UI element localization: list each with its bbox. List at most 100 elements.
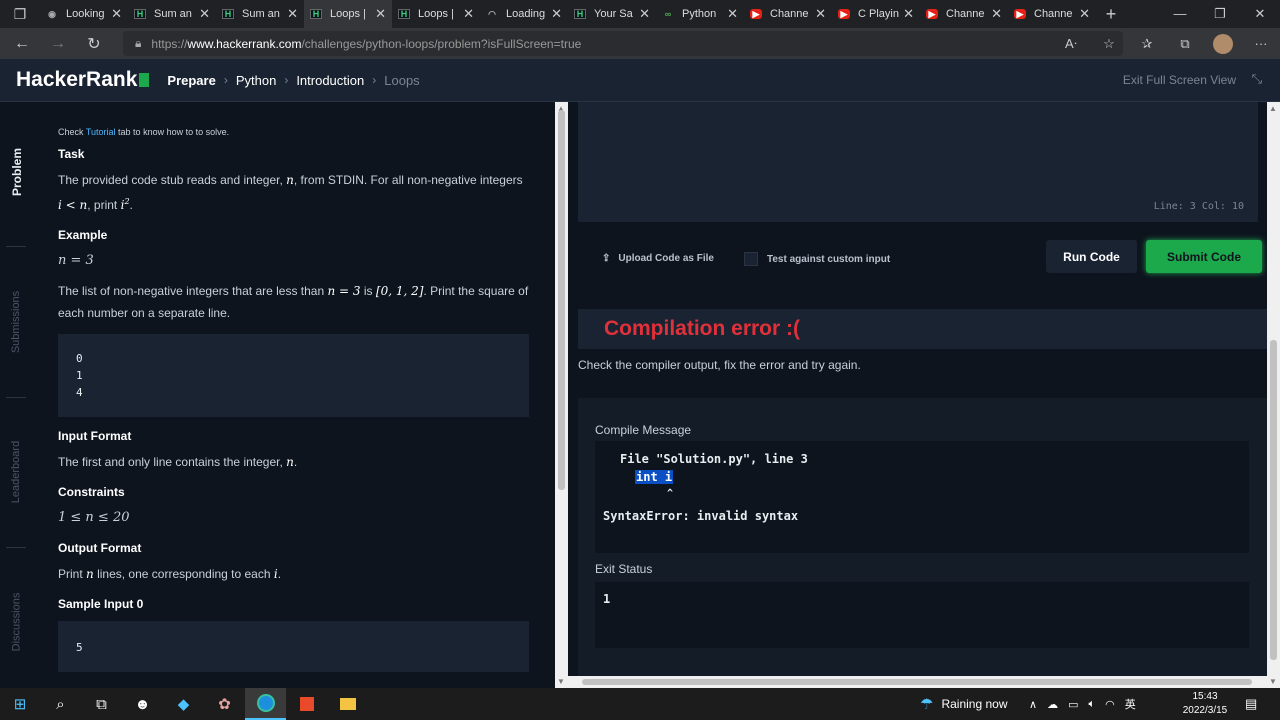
minimize-icon[interactable]: —: [1160, 0, 1200, 28]
browser-tab[interactable]: ◉ Looking ✕: [40, 0, 128, 28]
input-language[interactable]: 英: [1125, 696, 1136, 712]
search-icon[interactable]: ⌕: [40, 688, 81, 720]
url-prefix: https://: [151, 36, 188, 51]
close-tab-icon[interactable]: ✕: [375, 6, 386, 22]
chevron-right-icon: ›: [372, 73, 377, 87]
browser-tab[interactable]: ▶ Channe ✕: [920, 0, 1008, 28]
close-tab-icon[interactable]: ✕: [639, 6, 650, 22]
breadcrumb-python[interactable]: Python: [236, 73, 276, 88]
horizontal-scrollbar[interactable]: [568, 676, 1267, 688]
task-view-icon[interactable]: ⧉: [81, 688, 122, 720]
favorites-icon[interactable]: ✰: [1128, 36, 1166, 52]
example-heading: Example: [58, 228, 108, 242]
close-tab-icon[interactable]: ✕: [463, 6, 474, 22]
app-icon[interactable]: ✿: [204, 688, 245, 720]
battery-icon[interactable]: ▭: [1068, 698, 1078, 711]
file-explorer-icon[interactable]: [327, 688, 368, 720]
new-tab-icon[interactable]: +: [1096, 4, 1126, 25]
tutorial-link[interactable]: Tutorial: [86, 127, 116, 137]
close-tab-icon[interactable]: ✕: [991, 6, 1002, 22]
add-favorite-icon[interactable]: ☆: [1090, 36, 1128, 52]
scroll-down-icon[interactable]: ▼: [557, 677, 565, 686]
browser-tab[interactable]: ◠ Loading ✕: [480, 0, 568, 28]
close-window-icon[interactable]: ✕: [1240, 0, 1280, 28]
sample-input-heading: Sample Input 0: [58, 597, 144, 611]
editor-pane: Line: 3 Col: 10 ⇪ Upload Code as File Tes…: [568, 102, 1267, 678]
forward-icon[interactable]: →: [40, 35, 76, 53]
browser-tab[interactable]: H Loops | ✕: [392, 0, 480, 28]
tab-title: Channe: [770, 8, 809, 20]
scroll-up-icon[interactable]: ▲: [1269, 104, 1277, 113]
url-field[interactable]: 🔒︎ https://www.hackerrank.com/challenges…: [123, 31, 1123, 56]
browser-tab[interactable]: ▶ Channe ✕: [744, 0, 832, 28]
editor-scrollbar[interactable]: ▲ ▼: [1267, 102, 1280, 688]
browser-tab[interactable]: ∞ Python ✕: [656, 0, 744, 28]
cloud-icon[interactable]: ☁: [1047, 698, 1058, 711]
close-tab-icon[interactable]: ✕: [727, 6, 738, 22]
input-format-heading: Input Format: [58, 429, 132, 443]
upload-code-button[interactable]: ⇪ Upload Code as File: [602, 253, 714, 264]
collapse-icon[interactable]: ⤡: [1252, 71, 1262, 87]
clock[interactable]: 15:43 2022/3/15: [1180, 690, 1230, 718]
refresh-icon[interactable]: ↻: [76, 34, 112, 54]
close-tab-icon[interactable]: ✕: [903, 6, 914, 22]
chevron-up-icon[interactable]: ∧: [1029, 698, 1037, 711]
scroll-down-icon[interactable]: ▼: [1269, 677, 1277, 686]
tab-problem[interactable]: Problem: [0, 132, 33, 212]
lens-icon: ◉: [48, 8, 56, 19]
chevron-right-icon: ›: [223, 73, 228, 87]
browser-tab-active[interactable]: H Loops | ✕: [304, 0, 392, 28]
tab-leaderboard[interactable]: Leaderboard: [0, 422, 33, 522]
collections-icon[interactable]: ⧉: [1166, 36, 1204, 52]
restore-icon[interactable]: ❐: [1200, 0, 1240, 28]
back-icon[interactable]: ←: [4, 35, 40, 53]
scroll-thumb[interactable]: [582, 679, 1252, 685]
problem-scrollbar[interactable]: ▲ ▼: [555, 102, 568, 688]
browser-tab[interactable]: H Your Sa ✕: [568, 0, 656, 28]
speaker-icon[interactable]: 🔈︎: [1088, 698, 1095, 711]
upload-icon: ⇪: [602, 253, 611, 264]
hackerrank-logo[interactable]: HackerRank: [16, 68, 150, 92]
close-tab-icon[interactable]: ✕: [551, 6, 562, 22]
close-tab-icon[interactable]: ✕: [199, 6, 210, 22]
logo-square-icon: [139, 73, 150, 87]
powerpoint-icon[interactable]: [286, 688, 327, 720]
math: n: [86, 567, 94, 581]
custom-input-checkbox[interactable]: [744, 252, 758, 266]
browser-tab[interactable]: ▶ Channe ✕: [1008, 0, 1096, 28]
wifi-icon[interactable]: ◠: [1105, 698, 1115, 711]
tab-submissions[interactable]: Submissions: [0, 272, 33, 372]
breadcrumb-prepare[interactable]: Prepare: [167, 73, 215, 88]
exit-fullscreen-link[interactable]: Exit Full Screen View: [1123, 73, 1236, 87]
browser-tab[interactable]: H Sum an ✕: [128, 0, 216, 28]
code-editor[interactable]: Line: 3 Col: 10: [578, 102, 1258, 222]
read-aloud-icon[interactable]: Aᐧ: [1052, 36, 1090, 52]
tab-actions-icon[interactable]: ❐: [0, 0, 40, 28]
alien-app-icon[interactable]: ☻: [122, 688, 163, 720]
close-tab-icon[interactable]: ✕: [111, 6, 122, 22]
more-menu-icon[interactable]: ···: [1242, 36, 1280, 51]
scroll-thumb[interactable]: [558, 110, 565, 490]
compile-message-label: Compile Message: [595, 423, 692, 437]
hackerrank-icon: H: [222, 9, 234, 19]
browser-tab[interactable]: ▶ C Playin ✕: [832, 0, 920, 28]
windows-start-icon[interactable]: ⊞: [0, 688, 40, 720]
browser-tab[interactable]: H Sum an ✕: [216, 0, 304, 28]
edge-browser-icon[interactable]: [245, 688, 286, 720]
umbrella-icon: ☂: [920, 696, 934, 713]
site-header: HackerRank Prepare › Python › Introducti…: [0, 59, 1280, 102]
tab-discussions[interactable]: Discussions: [0, 572, 33, 672]
close-tab-icon[interactable]: ✕: [815, 6, 826, 22]
math: n: [286, 173, 294, 187]
custom-input-label[interactable]: Test against custom input: [767, 254, 890, 265]
avatar[interactable]: [1213, 33, 1233, 54]
close-tab-icon[interactable]: ✕: [1079, 6, 1090, 22]
scroll-thumb[interactable]: [1270, 340, 1277, 660]
breadcrumb-introduction[interactable]: Introduction: [296, 73, 364, 88]
weather-widget[interactable]: ☂ Raining now: [920, 688, 1008, 720]
run-code-button[interactable]: Run Code: [1046, 240, 1137, 273]
app-icon[interactable]: ◆: [163, 688, 204, 720]
close-tab-icon[interactable]: ✕: [287, 6, 298, 22]
notification-icon[interactable]: ▤: [1245, 696, 1257, 712]
submit-code-button[interactable]: Submit Code: [1146, 240, 1262, 273]
